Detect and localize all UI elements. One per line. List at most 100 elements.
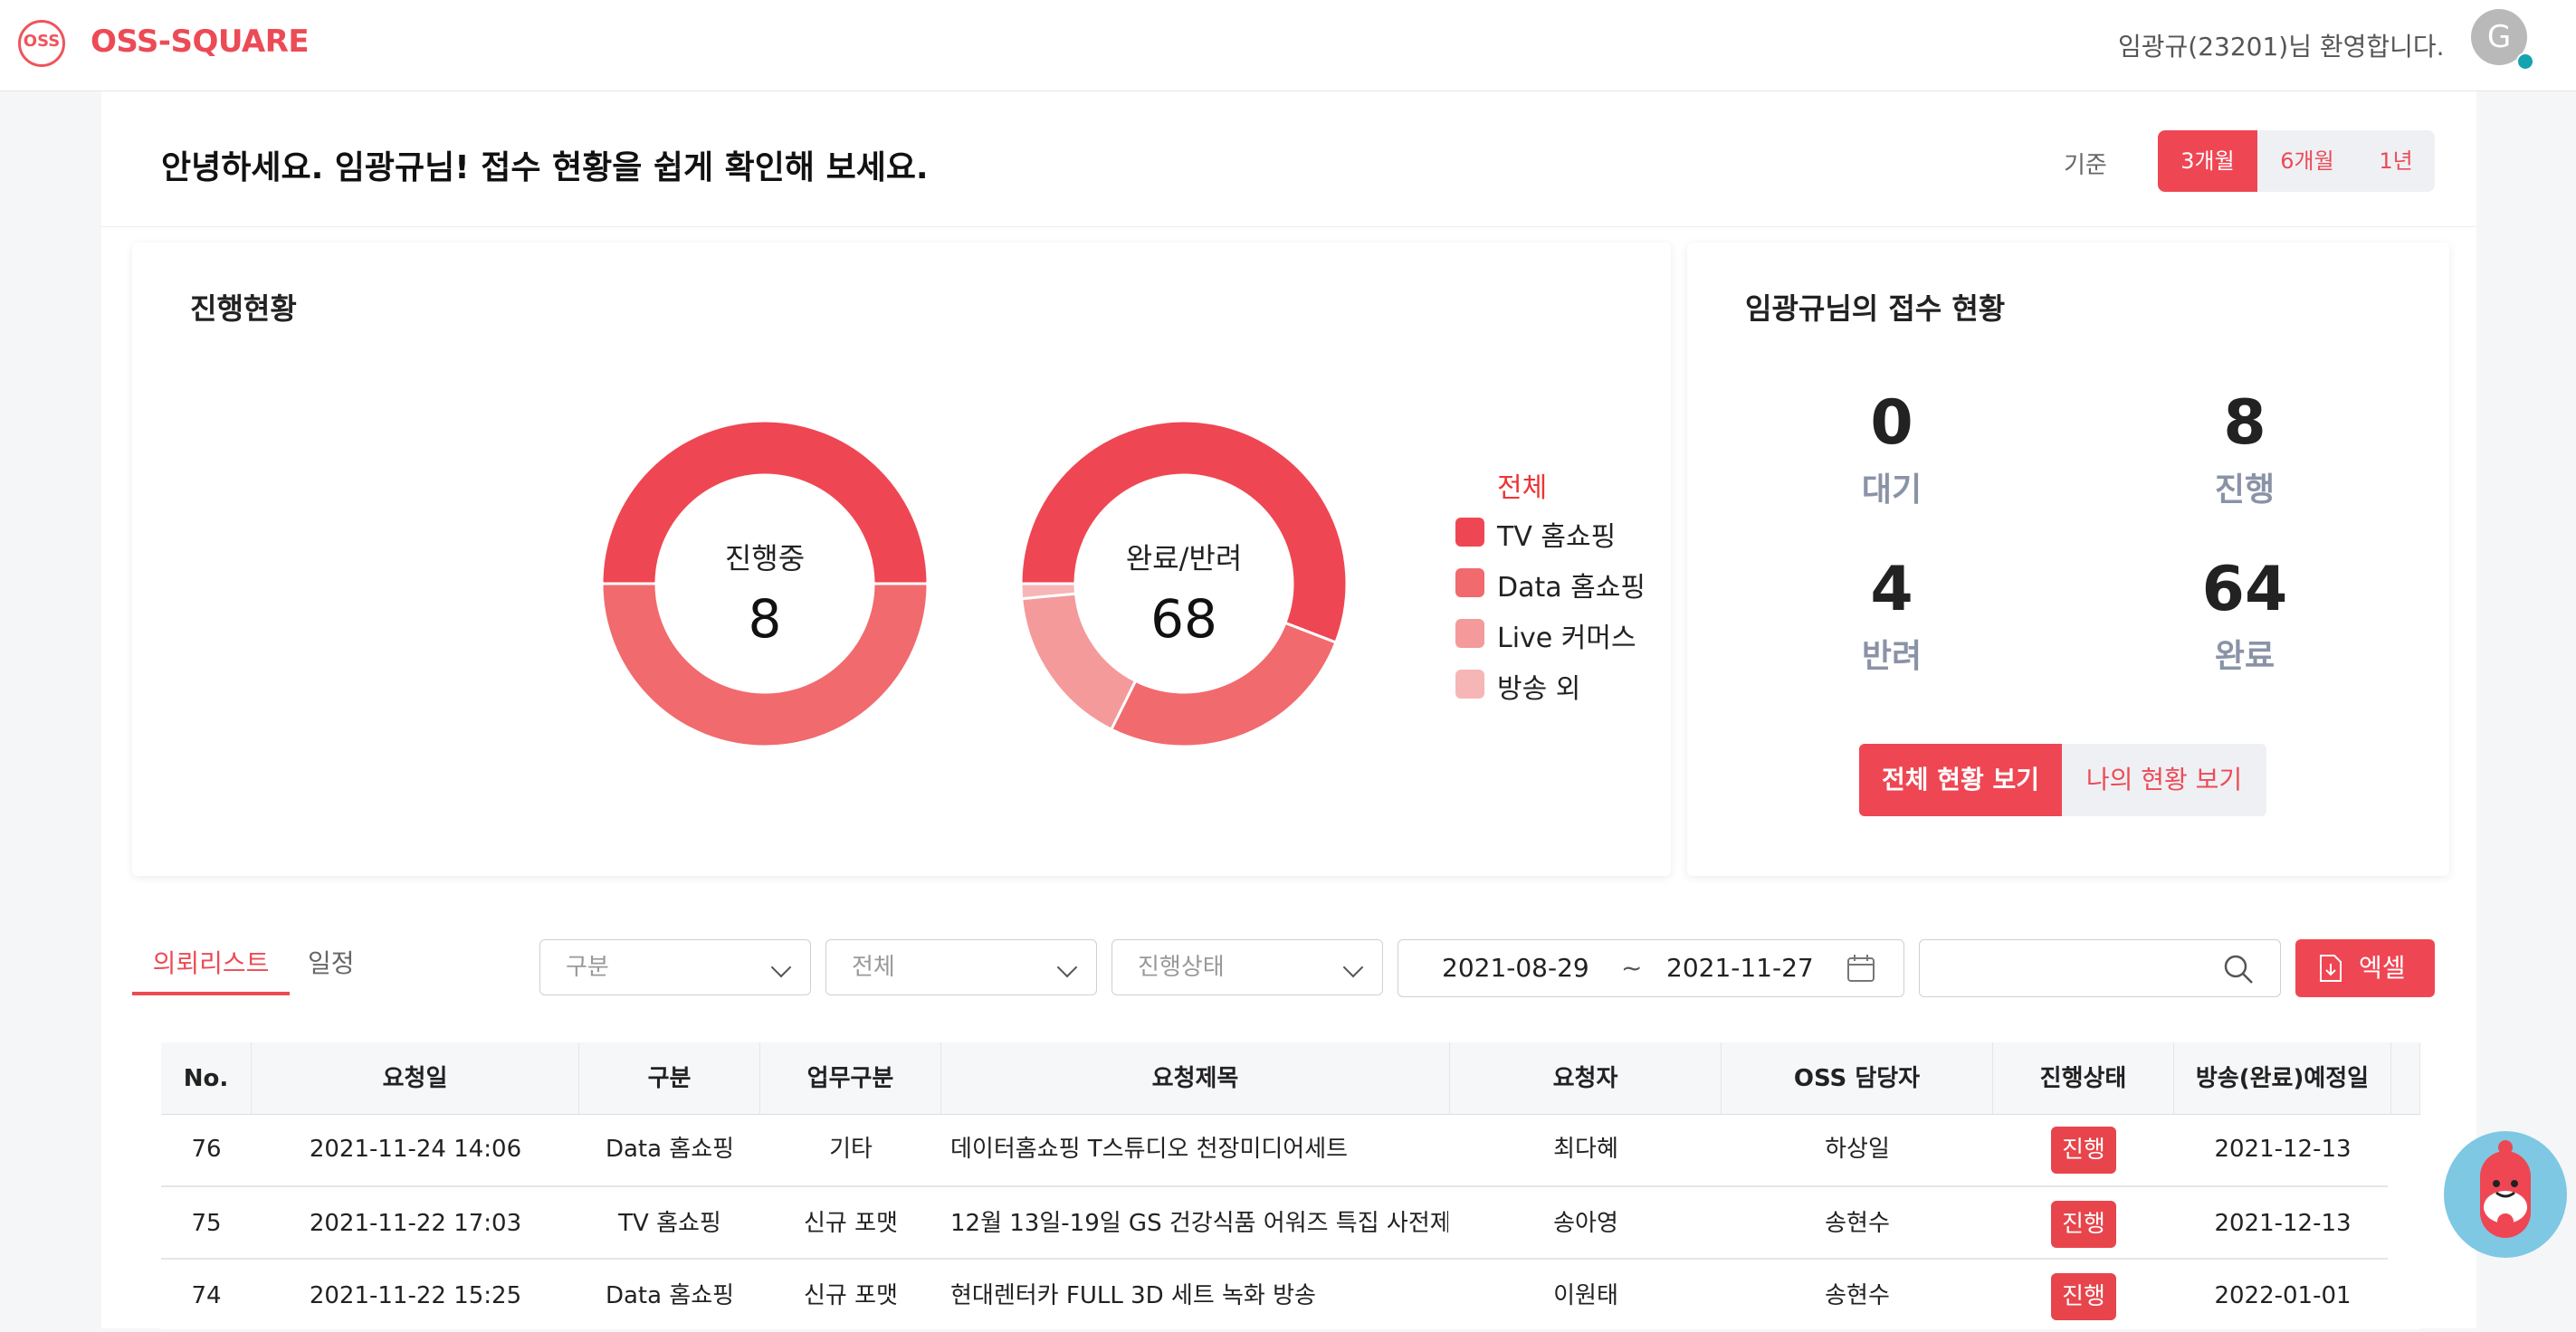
- scrollbar-header: [2391, 1042, 2420, 1115]
- table-cell: 기타: [829, 1136, 873, 1163]
- progress-card-title: 진행현황: [190, 291, 297, 326]
- chevron-down-icon: [1056, 956, 1078, 978]
- divider: [101, 226, 2476, 227]
- table-cell: Data 홈쇼핑: [605, 1282, 735, 1309]
- welcome-text: 임광규(23201)님 환영합니다.: [2118, 32, 2445, 62]
- table-cell: 2021-11-22 15:25: [309, 1282, 522, 1309]
- col-header-category[interactable]: 구분: [579, 1042, 760, 1115]
- stat-waiting-label: 대기: [1861, 471, 1922, 509]
- logo-mark-text: OSS: [23, 32, 61, 51]
- status-cell: 진행: [1993, 1113, 2174, 1185]
- mascot-icon: [2480, 1140, 2531, 1238]
- tab-schedule[interactable]: 일정: [308, 941, 380, 995]
- status-cell: 진행: [1993, 1187, 2174, 1260]
- legend-swatch-data: [1455, 568, 1484, 597]
- status-select[interactable]: 진행상태: [1111, 939, 1383, 995]
- col-header-broadcast-date[interactable]: 방송(완료)예정일: [2174, 1042, 2391, 1115]
- table-cell: 2021-11-24 14:06: [309, 1136, 522, 1163]
- legend-swatch-live: [1455, 619, 1484, 648]
- table-cell: 76: [191, 1136, 222, 1163]
- table-cell: 75: [191, 1210, 222, 1237]
- col-header-no[interactable]: No.: [161, 1042, 252, 1115]
- tab-request-list[interactable]: 의뢰리스트: [132, 941, 290, 995]
- col-header-title[interactable]: 요청제목: [941, 1042, 1450, 1115]
- col-header-request-date[interactable]: 요청일: [252, 1042, 579, 1115]
- period-6months-button[interactable]: 6개월: [2257, 130, 2357, 192]
- stat-completed-label: 완료: [2214, 638, 2275, 675]
- online-status-dot: [2516, 52, 2534, 71]
- legend-title: 전체: [1497, 472, 1548, 504]
- status-cell: 진행: [1993, 1260, 2174, 1332]
- donut1-label: 진행중: [724, 541, 806, 576]
- chevron-down-icon: [770, 956, 792, 978]
- category-select[interactable]: 구분: [539, 939, 811, 995]
- donut2-value: 68: [1150, 588, 1217, 650]
- type-select[interactable]: 전체: [825, 939, 1097, 995]
- date-from[interactable]: 2021-08-29: [1442, 953, 1589, 983]
- legend-item-tv: TV 홈쇼핑: [1497, 521, 1617, 553]
- table-cell: 송현수: [1825, 1210, 1890, 1237]
- period-toggle: 3개월 6개월 1년: [2158, 130, 2435, 192]
- view-all-status-button[interactable]: 전체 현황 보기: [1859, 744, 2062, 816]
- stat-progress-label: 진행: [2214, 471, 2275, 509]
- table-cell: 2021-12-13: [2214, 1136, 2352, 1163]
- period-label: 기준: [2064, 152, 2107, 179]
- category-select-placeholder: 구분: [566, 954, 609, 981]
- chevron-down-icon: [1342, 956, 1364, 978]
- search-input[interactable]: [1919, 939, 2281, 997]
- status-badge: 진행: [2051, 1272, 2116, 1320]
- date-separator: ~: [1621, 953, 1643, 983]
- page-greeting: 안녕하세요. 임광규님! 접수 현황을 쉽게 확인해 보세요.: [161, 149, 929, 186]
- stat-rejected-label: 반려: [1861, 638, 1922, 675]
- stat-completed-value: 64: [2201, 554, 2288, 625]
- status-badge: 진행: [2051, 1200, 2116, 1248]
- legend-swatch-tv: [1455, 518, 1484, 547]
- donut1-value: 8: [748, 588, 782, 650]
- status-select-placeholder: 진행상태: [1138, 954, 1225, 981]
- table-cell: Data 홈쇼핑: [605, 1136, 735, 1163]
- my-status-title: 임광규님의 접수 현황: [1745, 291, 2006, 326]
- legend-item-other: 방송 외: [1497, 673, 1581, 705]
- stat-rejected-value: 4: [1870, 554, 1913, 625]
- request-title-link[interactable]: 데이터홈쇼핑 T스튜디오 천장미디어세트: [950, 1113, 1448, 1185]
- donut2-label: 완료/반려: [1125, 541, 1243, 576]
- date-to[interactable]: 2021-11-27: [1666, 953, 1814, 983]
- app-title[interactable]: OSS-SQUARE: [91, 24, 310, 60]
- table-cell: 송아영: [1553, 1210, 1618, 1237]
- col-header-task-type[interactable]: 업무구분: [760, 1042, 941, 1115]
- search-icon[interactable]: [2222, 953, 2255, 985]
- download-file-icon: [2320, 955, 2342, 982]
- table-cell: 2021-11-22 17:03: [309, 1210, 522, 1237]
- legend-item-live: Live 커머스: [1497, 623, 1636, 654]
- status-badge: 진행: [2051, 1126, 2116, 1174]
- table-cell: 2021-12-13: [2214, 1210, 2352, 1237]
- period-1year-button[interactable]: 1년: [2357, 130, 2435, 192]
- col-header-status[interactable]: 진행상태: [1993, 1042, 2174, 1115]
- legend-swatch-other: [1455, 670, 1484, 699]
- period-3months-button[interactable]: 3개월: [2158, 130, 2257, 192]
- table-cell: TV 홈쇼핑: [618, 1210, 721, 1237]
- left-margin: [0, 91, 101, 1328]
- table-cell: 송현수: [1825, 1282, 1890, 1309]
- table-cell: 신규 포맷: [804, 1210, 898, 1237]
- col-header-requester[interactable]: 요청자: [1450, 1042, 1722, 1115]
- view-my-status-button[interactable]: 나의 현황 보기: [2062, 744, 2266, 816]
- date-range-picker[interactable]: 2021-08-29 ~ 2021-11-27: [1398, 939, 1904, 997]
- stat-progress-value: 8: [2223, 387, 2266, 459]
- oss-logo-icon[interactable]: OSS: [18, 20, 65, 67]
- request-title-link[interactable]: 현대렌터카 FULL 3D 세트 녹화 방송: [950, 1260, 1448, 1332]
- stat-waiting-value: 0: [1870, 387, 1913, 459]
- table-cell: 이원태: [1553, 1282, 1618, 1309]
- col-header-oss-manager[interactable]: OSS 담당자: [1722, 1042, 1993, 1115]
- table-cell: 최다혜: [1553, 1136, 1618, 1163]
- request-title-link[interactable]: 12월 13일-19일 GS 건강식품 어워즈 특집 사전제작: [950, 1187, 1448, 1260]
- table-cell: 2022-01-01: [2214, 1282, 2352, 1309]
- table-cell: 신규 포맷: [804, 1282, 898, 1309]
- calendar-icon[interactable]: [1846, 953, 1876, 984]
- table-cell: 74: [191, 1282, 222, 1309]
- table-cell: 하상일: [1825, 1136, 1890, 1163]
- type-select-placeholder: 전체: [852, 954, 895, 981]
- legend-item-data: Data 홈쇼핑: [1497, 572, 1646, 604]
- excel-download-button[interactable]: 엑셀: [2295, 939, 2435, 997]
- chatbot-mascot-button[interactable]: [2444, 1131, 2567, 1258]
